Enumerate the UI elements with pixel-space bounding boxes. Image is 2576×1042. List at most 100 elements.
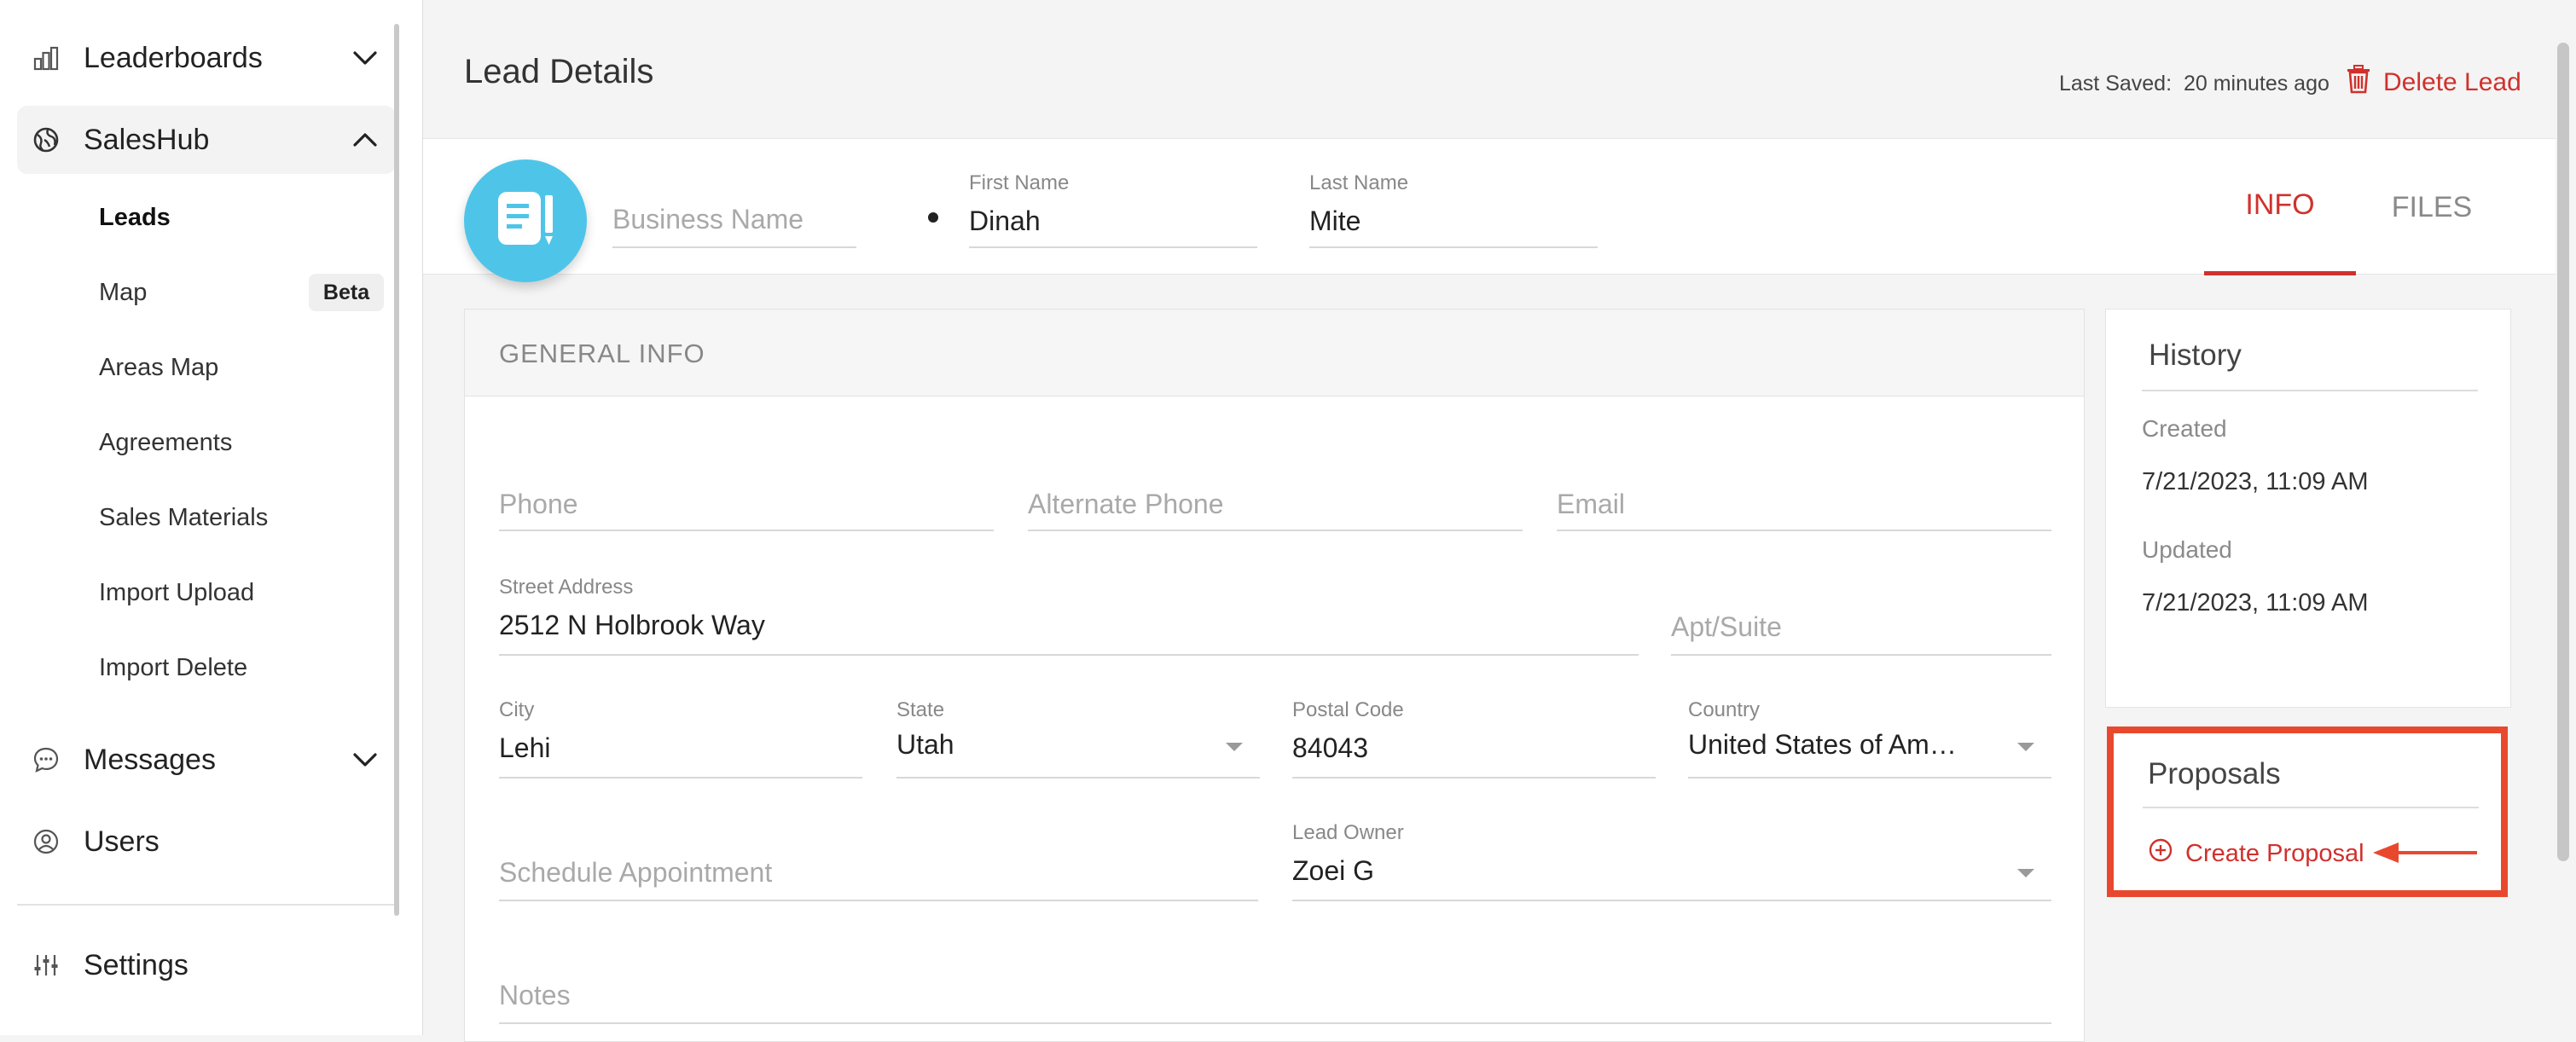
beta-badge: Beta [309, 274, 384, 311]
state-value: Utah [896, 729, 954, 760]
sidebar-divider [17, 904, 396, 906]
phone-placeholder: Phone [499, 489, 578, 519]
created-value: 7/21/2023, 11:09 AM [2142, 468, 2369, 495]
sidebar-subitem-import-upload[interactable]: Import Upload [99, 576, 254, 610]
lead-header: Business Name First Name Dinah Last Name… [423, 138, 2556, 282]
sidebar-item-users[interactable]: Users [17, 808, 396, 876]
chevron-down-icon[interactable] [350, 744, 380, 775]
sidebar-item-label: SalesHub [84, 123, 210, 156]
proposals-card: Proposals Create Proposal [2107, 727, 2508, 897]
sidebar-subitem-leads[interactable]: Leads [99, 200, 171, 234]
first-name-value: Dinah [969, 206, 1041, 236]
chat-icon [31, 744, 61, 775]
country-label: Country [1688, 698, 1761, 721]
country-select[interactable]: Country United States of Am… [1688, 695, 2051, 779]
street-address-label: Street Address [499, 576, 634, 599]
dropdown-arrow-icon[interactable] [2017, 743, 2034, 751]
history-card: History Created 7/21/2023, 11:09 AM Upda… [2105, 309, 2511, 708]
city-value: Lehi [499, 732, 551, 763]
email-placeholder: Email [1557, 489, 1626, 519]
lead-owner-value: Zoei G [1292, 855, 1375, 886]
plus-circle-icon [2148, 837, 2173, 870]
proposals-divider [2143, 807, 2479, 808]
chevron-up-icon[interactable] [350, 124, 380, 155]
street-address-field[interactable]: Street Address 2512 N Holbrook Way [499, 572, 1639, 656]
first-name-label: First Name [969, 171, 1070, 194]
postal-code-label: Postal Code [1292, 698, 1404, 721]
schedule-appointment-placeholder: Schedule Appointment [499, 857, 773, 888]
sidebar-scrollbar[interactable] [394, 24, 399, 916]
lead-owner-label: Lead Owner [1292, 821, 1404, 844]
notes-field[interactable]: Notes [499, 966, 2051, 1024]
sidebar-item-saleshub[interactable]: SalesHub [17, 106, 396, 174]
sidebar-item-messages[interactable]: Messages [17, 726, 396, 794]
main-content: Lead Details Last Saved: 20 minutes ago … [423, 0, 2556, 1042]
dropdown-arrow-icon[interactable] [1226, 743, 1243, 751]
tab-files[interactable]: FILES [2356, 139, 2508, 275]
sliders-icon [31, 950, 61, 981]
schedule-appointment-field[interactable]: Schedule Appointment [499, 843, 1258, 901]
updated-value: 7/21/2023, 11:09 AM [2142, 589, 2369, 617]
business-name-field[interactable]: Business Name [612, 180, 856, 248]
state-label: State [896, 698, 945, 721]
updated-label: Updated [2142, 536, 2232, 563]
last-saved-label: Last Saved: [2059, 72, 2173, 96]
phone-field[interactable]: Phone [499, 475, 994, 531]
trash-icon [2346, 65, 2371, 101]
last-name-field[interactable]: Last Name Mite [1309, 166, 1598, 248]
street-address-value: 2512 N Holbrook Way [499, 610, 765, 640]
annotation-arrow-line [2395, 851, 2477, 854]
notes-placeholder: Notes [499, 980, 571, 1010]
delete-lead-label: Delete Lead [2383, 68, 2521, 96]
alternate-phone-placeholder: Alternate Phone [1028, 489, 1224, 519]
email-field[interactable]: Email [1557, 475, 2051, 531]
page-scrollbar[interactable] [2557, 43, 2569, 861]
alternate-phone-field[interactable]: Alternate Phone [1028, 475, 1523, 531]
city-field[interactable]: City Lehi [499, 695, 862, 779]
sidebar-subitem-import-delete[interactable]: Import Delete [99, 651, 247, 685]
bullet-separator [928, 212, 938, 223]
general-info-card: GENERAL INFO Phone Alternate Phone Email… [464, 309, 2085, 1042]
sidebar-item-label: Leaderboards [84, 41, 263, 74]
proposals-title: Proposals [2148, 757, 2281, 790]
create-proposal-button[interactable]: Create Proposal [2148, 837, 2364, 870]
sidebar-subitem-areas-map[interactable]: Areas Map [99, 350, 218, 385]
history-title: History [2149, 339, 2242, 372]
sidebar-item-label: Users [84, 825, 160, 858]
city-label: City [499, 698, 535, 721]
document-edit-icon [491, 187, 560, 256]
last-name-value: Mite [1309, 206, 1361, 236]
general-info-header: GENERAL INFO [465, 310, 2084, 397]
state-select[interactable]: State Utah [896, 695, 1260, 779]
lead-owner-select[interactable]: Lead Owner Zoei G [1292, 818, 2051, 901]
globe-icon [31, 124, 61, 155]
sidebar-item-settings[interactable]: Settings [17, 931, 396, 999]
user-circle-icon [31, 826, 61, 857]
delete-lead-button[interactable]: Delete Lead [2346, 65, 2521, 101]
lead-avatar [464, 159, 587, 282]
history-divider [2142, 390, 2478, 391]
apt-suite-placeholder: Apt/Suite [1671, 611, 1782, 642]
dropdown-arrow-icon[interactable] [2017, 869, 2034, 877]
sidebar-item-label: Settings [84, 948, 189, 981]
page-title: Lead Details [464, 53, 654, 90]
sidebar-item-label: Messages [84, 743, 216, 776]
apt-suite-field[interactable]: Apt/Suite [1671, 598, 2051, 656]
create-proposal-label: Create Proposal [2185, 839, 2364, 867]
last-saved-value: 20 minutes ago [2183, 72, 2329, 96]
chevron-down-icon[interactable] [350, 43, 380, 73]
first-name-field[interactable]: First Name Dinah [969, 166, 1257, 248]
postal-code-value: 84043 [1292, 732, 1368, 763]
business-name-placeholder: Business Name [612, 204, 804, 234]
sidebar-item-leaderboards[interactable]: Leaderboards [17, 24, 396, 92]
sidebar-subitem-map[interactable]: Map [99, 275, 147, 310]
sidebar: Leaderboards SalesHub Leads Map Beta Are… [0, 0, 423, 1035]
sidebar-subitem-sales-materials[interactable]: Sales Materials [99, 501, 268, 535]
last-saved: Last Saved: 20 minutes ago [2059, 72, 2329, 96]
tab-info[interactable]: INFO [2204, 139, 2356, 275]
postal-code-field[interactable]: Postal Code 84043 [1292, 695, 1656, 779]
created-label: Created [2142, 415, 2227, 442]
sidebar-subitem-agreements[interactable]: Agreements [99, 425, 232, 460]
country-value: United States of Am… [1688, 729, 1957, 760]
general-info-title: GENERAL INFO [499, 339, 705, 368]
